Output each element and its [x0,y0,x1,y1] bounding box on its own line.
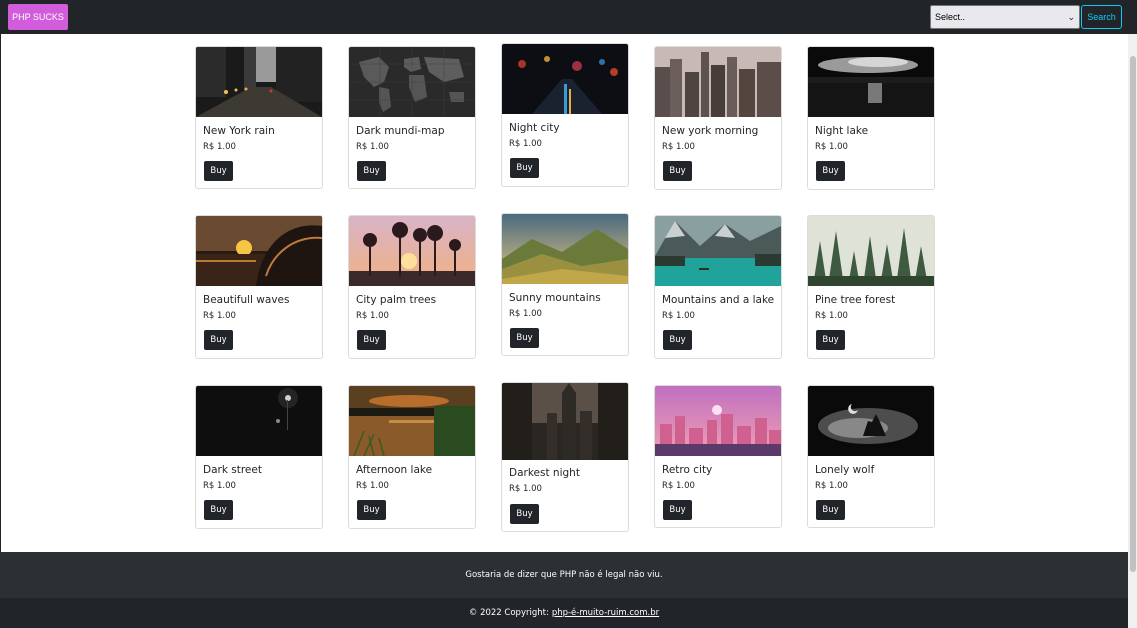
buy-button[interactable]: Buy [204,330,233,350]
product-grid: New York rain R$ 1.00 Buy Dark mundi-map [1,34,1128,552]
brand-button[interactable]: PHP SUCKS [8,4,68,30]
buy-button[interactable]: Buy [204,161,233,181]
product-price: R$ 1.00 [662,311,695,321]
product-card: Mountains and a lake R$ 1.00 Buy [654,215,782,359]
footer-message: Gostaria de dizer que PHP não é legal nã… [465,570,663,580]
waves-sunset-image [196,216,322,286]
product-title: Dark street [203,464,262,476]
buy-button[interactable]: Buy [357,161,386,181]
product-title: New York rain [203,125,275,137]
product-price: R$ 1.00 [815,481,848,491]
product-title: Darkest night [509,467,580,479]
product-card: City palm trees R$ 1.00 Buy [348,215,476,359]
buy-button[interactable]: Buy [204,500,233,520]
product-card: Dark street R$ 1.00 Buy [195,385,323,529]
new-york-rain-image [196,47,322,117]
product-price: R$ 1.00 [203,481,236,491]
lonely-wolf-image [808,386,934,456]
product-card: Afternoon lake R$ 1.00 Buy [348,385,476,529]
chevron-down-icon: ⌄ [1067,11,1075,22]
product-title: Dark mundi-map [356,125,445,137]
product-title: Mountains and a lake [662,294,775,306]
product-price: R$ 1.00 [203,311,236,321]
buy-button[interactable]: Buy [357,500,386,520]
buy-button[interactable]: Buy [510,328,539,348]
product-card: Sunny mountains R$ 1.00 Buy [501,213,629,356]
new-york-morning-image [655,47,781,117]
mountain-lake-image [655,216,781,286]
buy-button[interactable]: Buy [816,161,845,181]
pine-forest-image [808,216,934,286]
scrollbar-thumb[interactable] [1130,56,1136,572]
product-card: Night city R$ 1.00 Buy [501,43,629,187]
product-title: Pine tree forest [815,294,896,306]
buy-button[interactable]: Buy [663,161,692,181]
product-card: Darkest night R$ 1.00 Buy [501,382,629,532]
select-value: Select.. [935,12,966,22]
product-card: Beautifull waves R$ 1.00 Buy [195,215,323,359]
product-price: R$ 1.00 [203,142,236,152]
product-price: R$ 1.00 [509,484,542,494]
afternoon-lake-image [349,386,475,456]
product-price: R$ 1.00 [815,142,848,152]
copyright-text: © 2022 Copyright: [468,608,549,618]
product-card: Retro city R$ 1.00 Buy [654,385,782,528]
footer-copyright-bar: © 2022 Copyright: php-é-muito-ruim.com.b… [0,598,1128,628]
product-title: Sunny mountains [509,292,601,304]
footer-link[interactable]: php-é-muito-ruim.com.br [552,608,659,618]
product-title: Lonely wolf [815,464,875,476]
buy-button[interactable]: Buy [663,330,692,350]
retro-city-image [655,386,781,456]
product-title: Beautifull waves [203,294,290,306]
category-select[interactable]: Select.. ⌄ [930,5,1080,29]
product-title: Night lake [815,125,869,137]
product-price: R$ 1.00 [815,311,848,321]
product-card: Lonely wolf R$ 1.00 Buy [807,385,935,528]
product-title: Night city [509,122,560,134]
product-card: New York rain R$ 1.00 Buy [195,46,323,189]
buy-button[interactable]: Buy [510,504,539,524]
dark-world-map-image [349,47,475,117]
search-button[interactable]: Search [1081,5,1122,29]
product-price: R$ 1.00 [356,481,389,491]
product-price: R$ 1.00 [662,481,695,491]
page-scrollbar[interactable] [1128,34,1137,628]
footer-message-bar: Gostaria de dizer que PHP não é legal nã… [0,552,1128,598]
product-title: City palm trees [356,294,437,306]
product-card: Dark mundi-map R$ 1.00 Buy [348,46,476,189]
product-price: R$ 1.00 [356,142,389,152]
buy-button[interactable]: Buy [816,500,845,520]
product-title: Afternoon lake [356,464,433,476]
buy-button[interactable]: Buy [816,330,845,350]
product-price: R$ 1.00 [509,139,542,149]
night-lake-image [808,47,934,117]
product-card: New york morning R$ 1.00 Buy [654,46,782,190]
palm-trees-image [349,216,475,286]
dark-street-image [196,386,322,456]
gothic-city-image [502,383,628,460]
product-card: Night lake R$ 1.00 Buy [807,46,935,190]
buy-button[interactable]: Buy [357,330,386,350]
buy-button[interactable]: Buy [663,500,692,520]
sunny-mountains-image [502,214,628,284]
product-title: New york morning [662,125,759,137]
product-card: Pine tree forest R$ 1.00 Buy [807,215,935,359]
buy-button[interactable]: Buy [510,158,539,178]
product-price: R$ 1.00 [356,311,389,321]
top-navbar: PHP SUCKS Select.. ⌄ Search [0,0,1137,34]
night-city-image [502,44,628,114]
product-title: Retro city [662,464,713,476]
product-price: R$ 1.00 [509,309,542,319]
product-price: R$ 1.00 [662,142,695,152]
